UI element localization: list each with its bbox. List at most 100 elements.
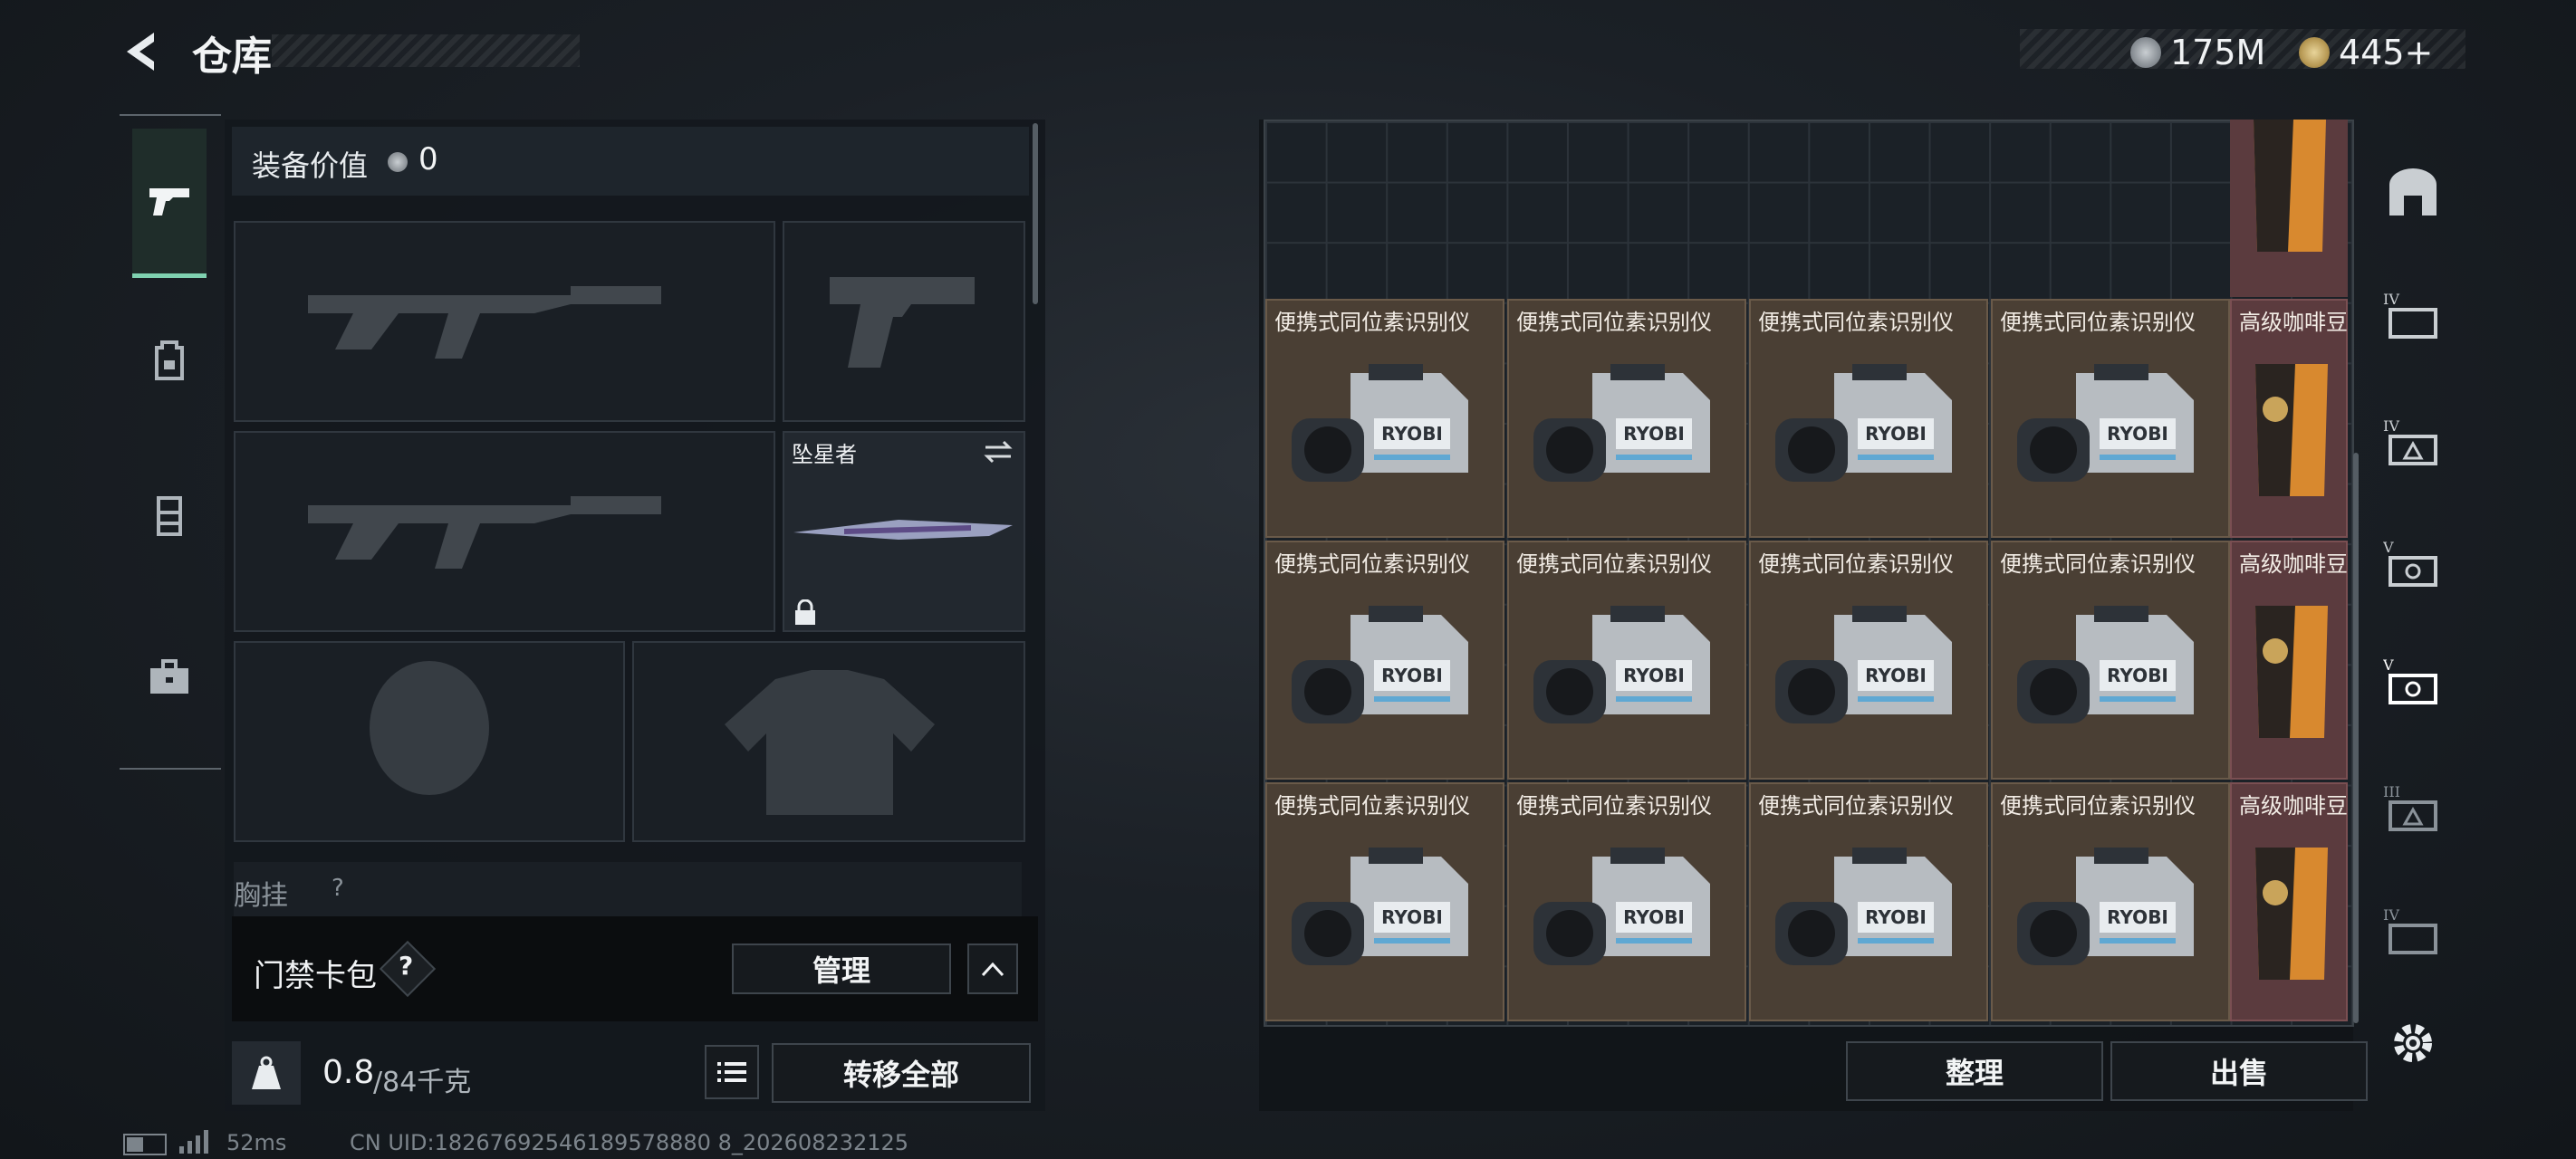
nav-vest-tab[interactable] (132, 444, 207, 589)
nav-backpack-tab[interactable] (132, 288, 207, 433)
isotope-detector-item[interactable]: 便携式同位素识别仪 RYOBI (1507, 541, 1746, 780)
nav-case-iv-1[interactable]: IV (2368, 261, 2458, 369)
isotope-detector-icon: RYOBI (1292, 606, 1468, 723)
knife-icon (793, 520, 1013, 540)
nav-safe-box[interactable] (2368, 138, 2458, 246)
armor-silhouette-icon (725, 670, 935, 815)
item-name: 高级咖啡豆 (2239, 793, 2348, 819)
helmet-slot[interactable] (234, 641, 625, 842)
svg-text:V: V (2383, 656, 2394, 674)
isotope-detector-item[interactable]: 便携式同位素识别仪 RYOBI (1749, 541, 1988, 780)
primary-weapon-slot-2[interactable] (234, 431, 775, 632)
isotope-detector-item[interactable]: 便携式同位素识别仪 RYOBI (1991, 541, 2230, 780)
isotope-detector-icon: RYOBI (1775, 848, 1952, 965)
svg-text:RYOBI: RYOBI (2107, 906, 2168, 928)
chest-rig-label: 胸挂 (234, 880, 288, 912)
isotope-detector-item[interactable]: 便携式同位素识别仪 RYOBI (1749, 299, 1988, 538)
item-name: 便携式同位素识别仪 (1516, 793, 1712, 819)
item-name: 便携式同位素识别仪 (1274, 551, 1470, 577)
item-name: 便携式同位素识别仪 (2000, 551, 2196, 577)
nav-case-v-1[interactable]: V (2368, 509, 2458, 618)
currency-coin: 175M (2130, 33, 2265, 72)
weight-max: /84千克 (373, 1067, 472, 1098)
sort-button[interactable]: 整理 (1846, 1041, 2103, 1101)
svg-text:RYOBI: RYOBI (2107, 665, 2168, 686)
nav-case-iv-3[interactable]: IV (2368, 876, 2458, 985)
coffee-item-top[interactable] (2230, 120, 2348, 297)
help-icon: ? (399, 951, 414, 981)
loadout-nav (120, 114, 221, 770)
swap-icon[interactable] (982, 438, 1014, 465)
svg-text:IV: IV (2383, 906, 2399, 924)
isotope-detector-item[interactable]: 便携式同位素识别仪 RYOBI (1265, 541, 1504, 780)
isotope-detector-item[interactable]: 便携式同位素识别仪 RYOBI (1265, 782, 1504, 1021)
chest-rig-help: ? (332, 875, 344, 902)
armor-slot[interactable] (632, 641, 1025, 842)
sell-button[interactable]: 出售 (2110, 1041, 2368, 1101)
back-arrow-icon (127, 33, 154, 71)
nav-weapons-tab[interactable] (132, 129, 207, 278)
weight-current: 0.8 (322, 1054, 375, 1091)
settings-button[interactable] (2368, 989, 2458, 1097)
isotope-detector-icon: RYOBI (1533, 364, 1710, 482)
list-icon (717, 1062, 746, 1082)
level-iii-case-icon: III (2383, 783, 2437, 831)
storage-side-nav: IV IV V V III IV (2368, 120, 2458, 1062)
coffee-bag-icon (2255, 606, 2328, 738)
coffee-bean-item[interactable]: 高级咖啡豆 (2230, 782, 2348, 1021)
premium-coin-icon (2299, 37, 2330, 68)
settings-icon (2394, 1024, 2432, 1062)
item-name: 便携式同位素识别仪 (1758, 793, 1954, 819)
isotope-detector-item[interactable]: 便携式同位素识别仪 RYOBI (1749, 782, 1988, 1021)
equipment-value: 0 (418, 141, 438, 177)
access-card-bar: 门禁卡包 ? 管理 (232, 916, 1038, 1021)
list-view-button[interactable] (705, 1045, 759, 1099)
storage-scrollbar[interactable] (2353, 453, 2359, 1023)
collapse-button[interactable] (967, 943, 1018, 994)
level-iv-case-icon: IV (2383, 906, 2437, 954)
isotope-detector-item[interactable]: 便携式同位素识别仪 RYOBI (1991, 299, 2230, 538)
nav-case-v-2[interactable]: V (2368, 627, 2458, 735)
secondary-weapon-slot[interactable] (783, 221, 1025, 422)
coffee-bean-item[interactable]: 高级咖啡豆 (2230, 541, 2348, 780)
svg-text:RYOBI: RYOBI (1865, 665, 1927, 686)
melee-slot[interactable]: 坠星者 (783, 431, 1025, 632)
isotope-detector-icon: RYOBI (2017, 364, 2194, 482)
nav-case-iv-2[interactable]: IV (2368, 388, 2458, 496)
back-button[interactable] (118, 27, 167, 76)
isotope-detector-icon: RYOBI (1533, 606, 1710, 723)
nav-case-iii[interactable]: III (2368, 753, 2458, 862)
item-name: 便携式同位素识别仪 (1274, 793, 1470, 819)
coffee-bag-icon (2255, 848, 2328, 980)
item-name: 便携式同位素识别仪 (1274, 310, 1470, 335)
toolbox-icon (150, 659, 188, 694)
svg-text:RYOBI: RYOBI (1865, 906, 1927, 928)
manage-button[interactable]: 管理 (732, 943, 951, 994)
access-card-label: 门禁卡包 (254, 958, 377, 994)
pistol-silhouette-icon (830, 277, 975, 368)
isotope-detector-item[interactable]: 便携式同位素识别仪 RYOBI (1507, 782, 1746, 1021)
equipment-scrollbar[interactable] (1033, 123, 1038, 304)
transfer-all-button[interactable]: 转移全部 (772, 1043, 1031, 1103)
lock-icon (795, 599, 815, 625)
isotope-detector-item[interactable]: 便携式同位素识别仪 RYOBI (1265, 299, 1504, 538)
nav-toolbox-tab[interactable] (132, 605, 207, 750)
currency-premium[interactable]: 445+ (2299, 33, 2433, 72)
primary-weapon-slot-1[interactable] (234, 221, 775, 422)
rifle-silhouette-icon (308, 286, 661, 359)
svg-text:RYOBI: RYOBI (1865, 423, 1927, 445)
coin-icon (2130, 37, 2161, 68)
uid-text: CN UID:18267692546189578880 8_2026082321… (350, 1130, 909, 1155)
svg-text:RYOBI: RYOBI (1381, 906, 1443, 928)
coffee-bag-icon (2255, 364, 2328, 496)
item-name: 高级咖啡豆 (2239, 551, 2348, 577)
isotope-detector-icon: RYOBI (1292, 364, 1468, 482)
coin-icon (388, 152, 408, 172)
isotope-detector-item[interactable]: 便携式同位素识别仪 RYOBI (1991, 782, 2230, 1021)
isotope-detector-icon: RYOBI (1775, 606, 1952, 723)
isotope-detector-item[interactable]: 便携式同位素识别仪 RYOBI (1507, 299, 1746, 538)
isotope-detector-icon: RYOBI (1292, 848, 1468, 965)
helmet-silhouette-icon (370, 661, 489, 795)
svg-text:III: III (2383, 783, 2400, 800)
coffee-bean-item[interactable]: 高级咖啡豆 (2230, 299, 2348, 538)
